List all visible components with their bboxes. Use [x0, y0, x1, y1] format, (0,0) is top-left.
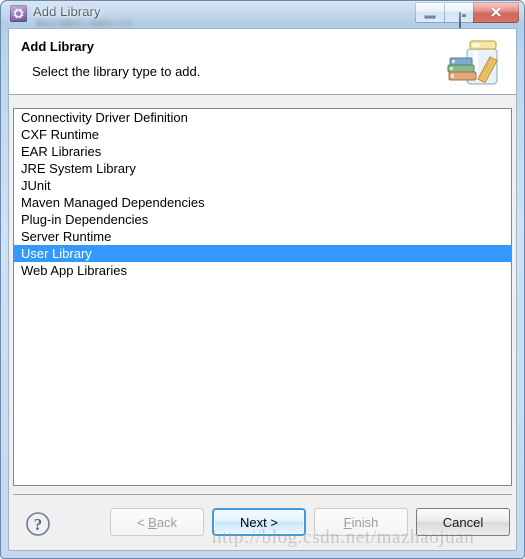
list-item-selected[interactable]: User Library	[14, 245, 511, 262]
footer-separator	[13, 494, 512, 495]
cancel-button[interactable]: Cancel	[416, 508, 510, 536]
finish-button[interactable]: Finish	[314, 508, 408, 536]
wizard-banner: Add Library Select the library type to a…	[9, 29, 516, 95]
list-item[interactable]: Plug-in Dependencies	[14, 211, 511, 228]
close-button[interactable]: ✕	[473, 2, 519, 23]
list-item[interactable]: Server Runtime	[14, 228, 511, 245]
minimize-icon	[424, 15, 436, 18]
window-title: Add Library	[33, 4, 101, 19]
dialog-window: Add Library ✕ Add Library Select the lib…	[0, 0, 525, 559]
library-type-list[interactable]: Connectivity Driver Definition CXF Runti…	[13, 108, 512, 486]
svg-text:?: ?	[34, 515, 43, 534]
help-button[interactable]: ?	[23, 509, 53, 539]
cancel-button-label: Cancel	[442, 514, 484, 530]
list-item[interactable]: Connectivity Driver Definition	[14, 109, 511, 126]
list-item[interactable]: JUnit	[14, 177, 511, 194]
maximize-button[interactable]	[444, 2, 473, 31]
dialog-client-area: Add Library Select the library type to a…	[8, 28, 517, 551]
page-title: Add Library	[21, 39, 94, 54]
close-icon: ✕	[489, 4, 503, 21]
minimize-button[interactable]	[415, 2, 444, 23]
list-item[interactable]: JRE System Library	[14, 160, 511, 177]
list-item[interactable]: Web App Libraries	[14, 262, 511, 279]
title-bar[interactable]: Add Library ✕	[0, 0, 525, 31]
list-item[interactable]: EAR Libraries	[14, 143, 511, 160]
jar-with-books-icon	[442, 33, 508, 91]
caption-button-group: ✕	[415, 2, 519, 31]
list-item[interactable]: CXF Runtime	[14, 126, 511, 143]
wizard-button-row: < Back Next > Finish Cancel	[110, 508, 510, 536]
next-button[interactable]: Next >	[212, 508, 306, 536]
title-bar-artifact	[36, 19, 132, 27]
back-button[interactable]: < Back	[110, 508, 204, 536]
next-button-label: Next >	[240, 514, 278, 530]
gear-icon	[10, 5, 27, 22]
page-description: Select the library type to add.	[32, 64, 201, 79]
list-item[interactable]: Maven Managed Dependencies	[14, 194, 511, 211]
